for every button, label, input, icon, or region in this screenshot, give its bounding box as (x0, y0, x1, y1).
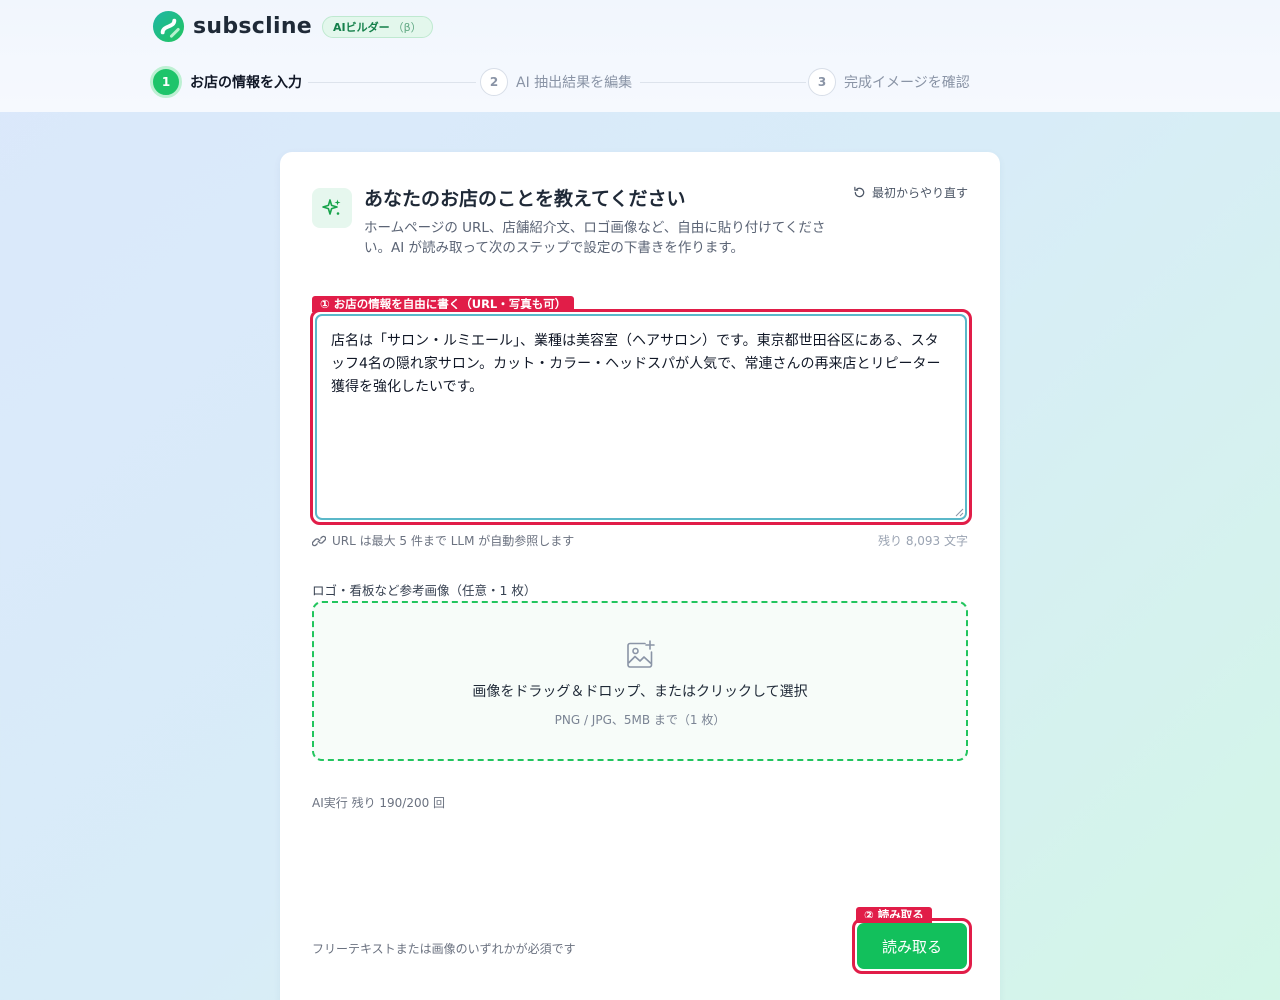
url-helper-text: URL は最大 5 件まで LLM が自動参照します (332, 534, 575, 548)
submit-highlight: 読み取る (852, 918, 972, 974)
link-icon (312, 535, 326, 546)
read-button[interactable]: 読み取る (857, 923, 967, 969)
stepper: 1 お店の情報を入力 2 AI 抽出結果を編集 3 完成イメージを確認 (150, 66, 980, 100)
card-subtitle: ホームページの URL、店舗紹介文、ロゴ画像など、自由に貼り付けてください。AI… (364, 220, 826, 256)
step-connector-1 (308, 82, 476, 83)
char-remaining: 残り 8,093 文字 (878, 534, 968, 548)
step-connector-2 (640, 82, 806, 83)
store-info-textarea[interactable]: 店名は「サロン・ルミエール」、業種は美容室（ヘアサロン）です。東京都世田谷区にあ… (315, 314, 967, 520)
logo-text: subscline (193, 14, 313, 39)
step-number: 1 (150, 66, 182, 98)
required-note: フリーテキストまたは画像のいずれかが必須です (312, 942, 576, 956)
step-number: 3 (808, 68, 836, 96)
refresh-icon (854, 186, 865, 198)
text-field-highlight: 店名は「サロン・ルミエール」、業種は美容室（ヘアサロン）です。東京都世田谷区にあ… (310, 309, 972, 525)
step-label: お店の情報を入力 (190, 75, 302, 91)
step-label: 完成イメージを確認 (844, 75, 970, 91)
sparkle-icon (312, 188, 352, 228)
url-helper: URL は最大 5 件まで LLM が自動参照します (312, 532, 574, 549)
step-number: 2 (480, 68, 508, 96)
brand[interactable]: subscline AIビルダー （β） (152, 10, 433, 43)
ai-runs-remaining: AI実行 残り 190/200 回 (312, 796, 446, 810)
card-title: あなたのお店のことを教えてください (364, 188, 686, 210)
step-1: 1 お店の情報を入力 (150, 66, 302, 98)
image-upload-icon (627, 640, 655, 668)
step-2: 2 AI 抽出結果を編集 (480, 66, 632, 98)
dropzone-text: 画像をドラッグ＆ドロップ、またはクリックして選択 (472, 684, 808, 700)
step-label: AI 抽出結果を編集 (516, 75, 633, 91)
reset-label: 最初からやり直す (871, 186, 968, 200)
image-field-label: ロゴ・看板など参考画像（任意・1 枚） (312, 583, 537, 598)
dropzone-subtext: PNG / JPG、5MB まで（1 枚） (554, 713, 726, 727)
text-helper-row: URL は最大 5 件まで LLM が自動参照します 残り 8,093 文字 (312, 532, 968, 549)
top-bar: subscline AIビルダー （β） 1 お店の情報を入力 2 AI 抽出結… (0, 0, 1280, 112)
reset-button[interactable]: 最初からやり直す (853, 184, 968, 201)
step-3: 3 完成イメージを確認 (808, 66, 970, 98)
logo-icon (152, 10, 185, 43)
store-info-card: あなたのお店のことを教えてください ホームページの URL、店舗紹介文、ロゴ画像… (280, 152, 1000, 1000)
badge-beta: （β） (392, 20, 422, 34)
badge-label: AIビルダー (333, 20, 390, 34)
ai-builder-badge: AIビルダー （β） (322, 15, 433, 38)
image-dropzone[interactable]: 画像をドラッグ＆ドロップ、またはクリックして選択 PNG / JPG、5MB ま… (312, 601, 968, 761)
resize-grip-icon[interactable] (954, 507, 964, 517)
